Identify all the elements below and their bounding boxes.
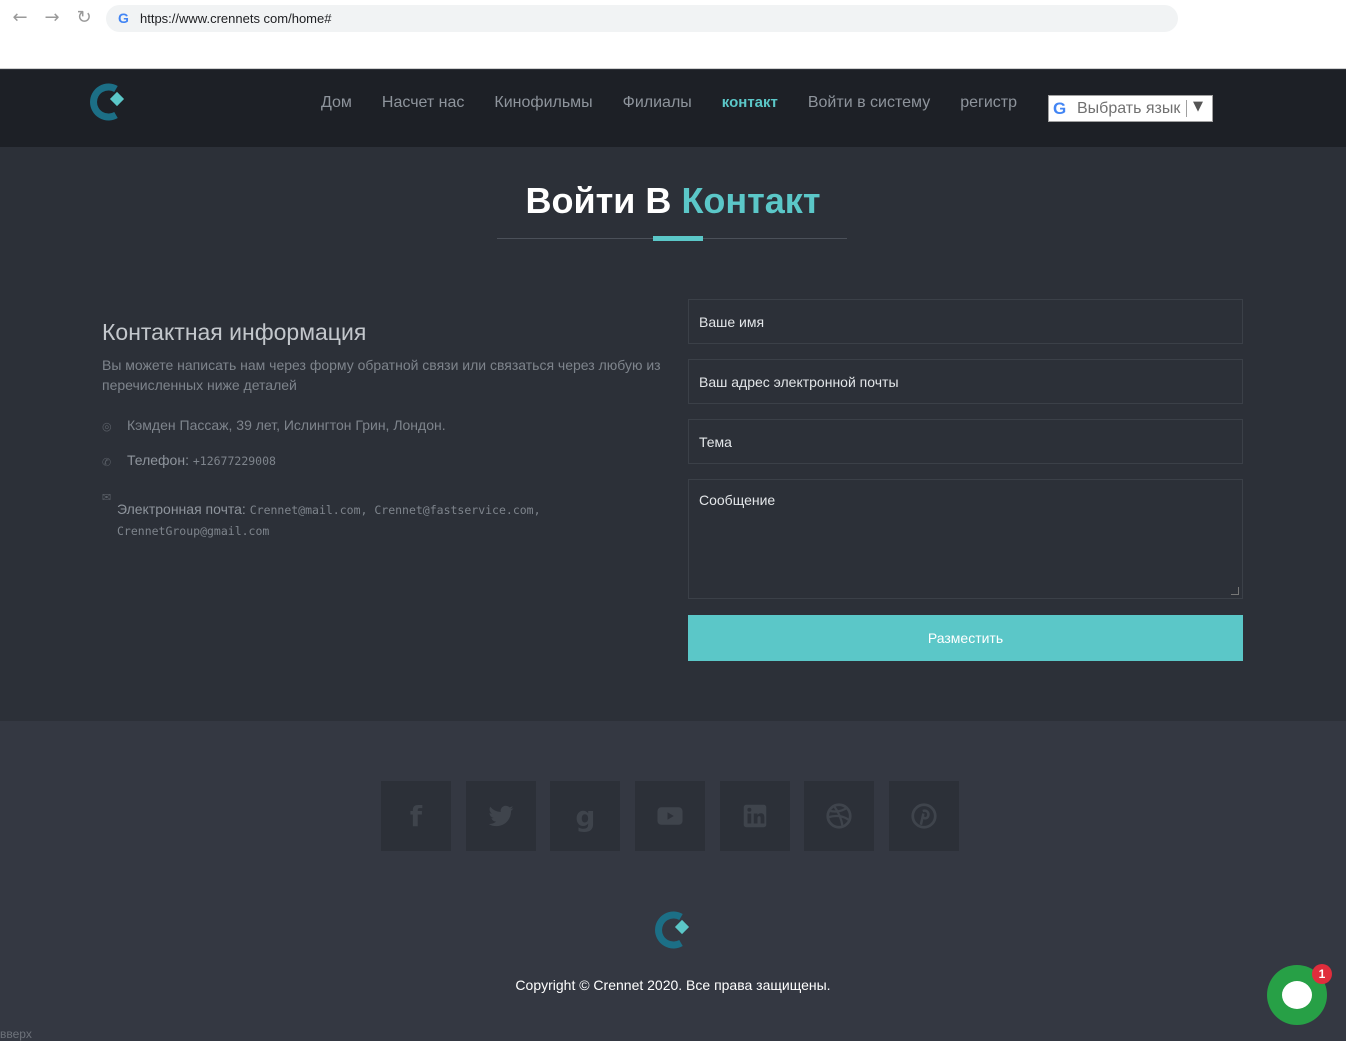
nav-movies[interactable]: Кинофильмы bbox=[494, 94, 592, 116]
footer: f g Copyright © Crennet 2020. Все права … bbox=[0, 721, 1346, 1041]
message-field[interactable] bbox=[688, 479, 1243, 599]
address-bar[interactable]: G https://www.crennets com/home# bbox=[106, 5, 1178, 32]
language-select-label: Выбрать язык bbox=[1077, 100, 1181, 117]
url-text: https://www.crennets com/home# bbox=[140, 11, 332, 26]
pinterest-icon[interactable] bbox=[889, 781, 960, 851]
twitter-icon[interactable] bbox=[465, 781, 536, 851]
social-links: f g bbox=[381, 781, 974, 851]
facebook-icon[interactable]: f bbox=[381, 781, 451, 851]
subject-input[interactable] bbox=[689, 420, 1242, 463]
back-arrow-icon[interactable]: ← bbox=[10, 8, 30, 28]
nav-about[interactable]: Насчет нас bbox=[382, 94, 464, 116]
contact-section: Войти В Контакт Контактная информация Вы… bbox=[0, 147, 1346, 721]
linkedin-icon[interactable] bbox=[719, 781, 790, 851]
nav-register[interactable]: регистр bbox=[960, 94, 1017, 116]
title-accent-bar bbox=[653, 236, 703, 241]
subject-field[interactable] bbox=[688, 419, 1243, 464]
divider bbox=[1186, 100, 1187, 117]
phone-icon: ✆ bbox=[102, 456, 112, 469]
main-nav: Дом Насчет нас Кинофильмы Филиалы контак… bbox=[306, 94, 1032, 116]
browser-toolbar: ← → ↻ G https://www.crennets com/home# bbox=[0, 0, 1346, 69]
google-icon: G bbox=[118, 10, 129, 26]
email-input[interactable] bbox=[689, 360, 1242, 403]
chat-notification-badge: 1 bbox=[1312, 964, 1332, 984]
contact-info-description: Вы можете написать нам через форму обрат… bbox=[102, 357, 661, 393]
address-row: Кэмден Пассаж, 39 лет, Ислингтон Грин, Л… bbox=[127, 417, 446, 433]
submit-button[interactable]: Разместить bbox=[688, 615, 1243, 661]
nav-contact[interactable]: контакт bbox=[722, 94, 778, 116]
nav-home[interactable]: Дом bbox=[321, 94, 352, 116]
youtube-icon[interactable] bbox=[635, 781, 706, 851]
envelope-icon: ✉ bbox=[102, 491, 112, 504]
location-pin-icon: ◎ bbox=[102, 420, 112, 433]
name-field[interactable] bbox=[688, 299, 1243, 344]
dropdown-arrow-icon: ▼ bbox=[1193, 99, 1203, 114]
nav-login[interactable]: Войти в систему bbox=[808, 94, 930, 116]
chat-bubble-tail bbox=[1298, 1000, 1306, 1008]
resize-handle-icon[interactable] bbox=[1231, 587, 1239, 595]
email-field[interactable] bbox=[688, 359, 1243, 404]
nav-branches[interactable]: Филиалы bbox=[623, 94, 692, 116]
email-row: Электронная почта: Crennet@mail.com, Cre… bbox=[117, 501, 541, 538]
google-plus-icon[interactable]: g bbox=[550, 781, 621, 851]
dribbble-icon[interactable] bbox=[804, 781, 875, 851]
crennet-logo-icon[interactable] bbox=[86, 80, 130, 124]
chat-bubble-icon bbox=[1282, 981, 1312, 1009]
contact-info-title: Контактная информация bbox=[102, 319, 367, 345]
phone-row: Телефон: +12677229008 bbox=[127, 452, 276, 468]
footer-logo-icon[interactable] bbox=[651, 908, 695, 952]
message-textarea[interactable] bbox=[689, 480, 1242, 598]
reload-icon[interactable]: ↻ bbox=[74, 8, 94, 28]
google-translate-icon: G bbox=[1053, 99, 1067, 118]
back-to-top-link[interactable]: вверх bbox=[0, 1027, 32, 1041]
copyright-text: Copyright © Crennet 2020. Все права защи… bbox=[515, 977, 831, 993]
forward-arrow-icon[interactable]: → bbox=[42, 8, 62, 28]
name-input[interactable] bbox=[689, 300, 1242, 343]
site-header: Дом Насчет нас Кинофильмы Филиалы контак… bbox=[0, 70, 1346, 147]
page-title: Войти В Контакт bbox=[525, 180, 821, 221]
language-select[interactable]: G Выбрать язык ▼ bbox=[1048, 95, 1213, 122]
